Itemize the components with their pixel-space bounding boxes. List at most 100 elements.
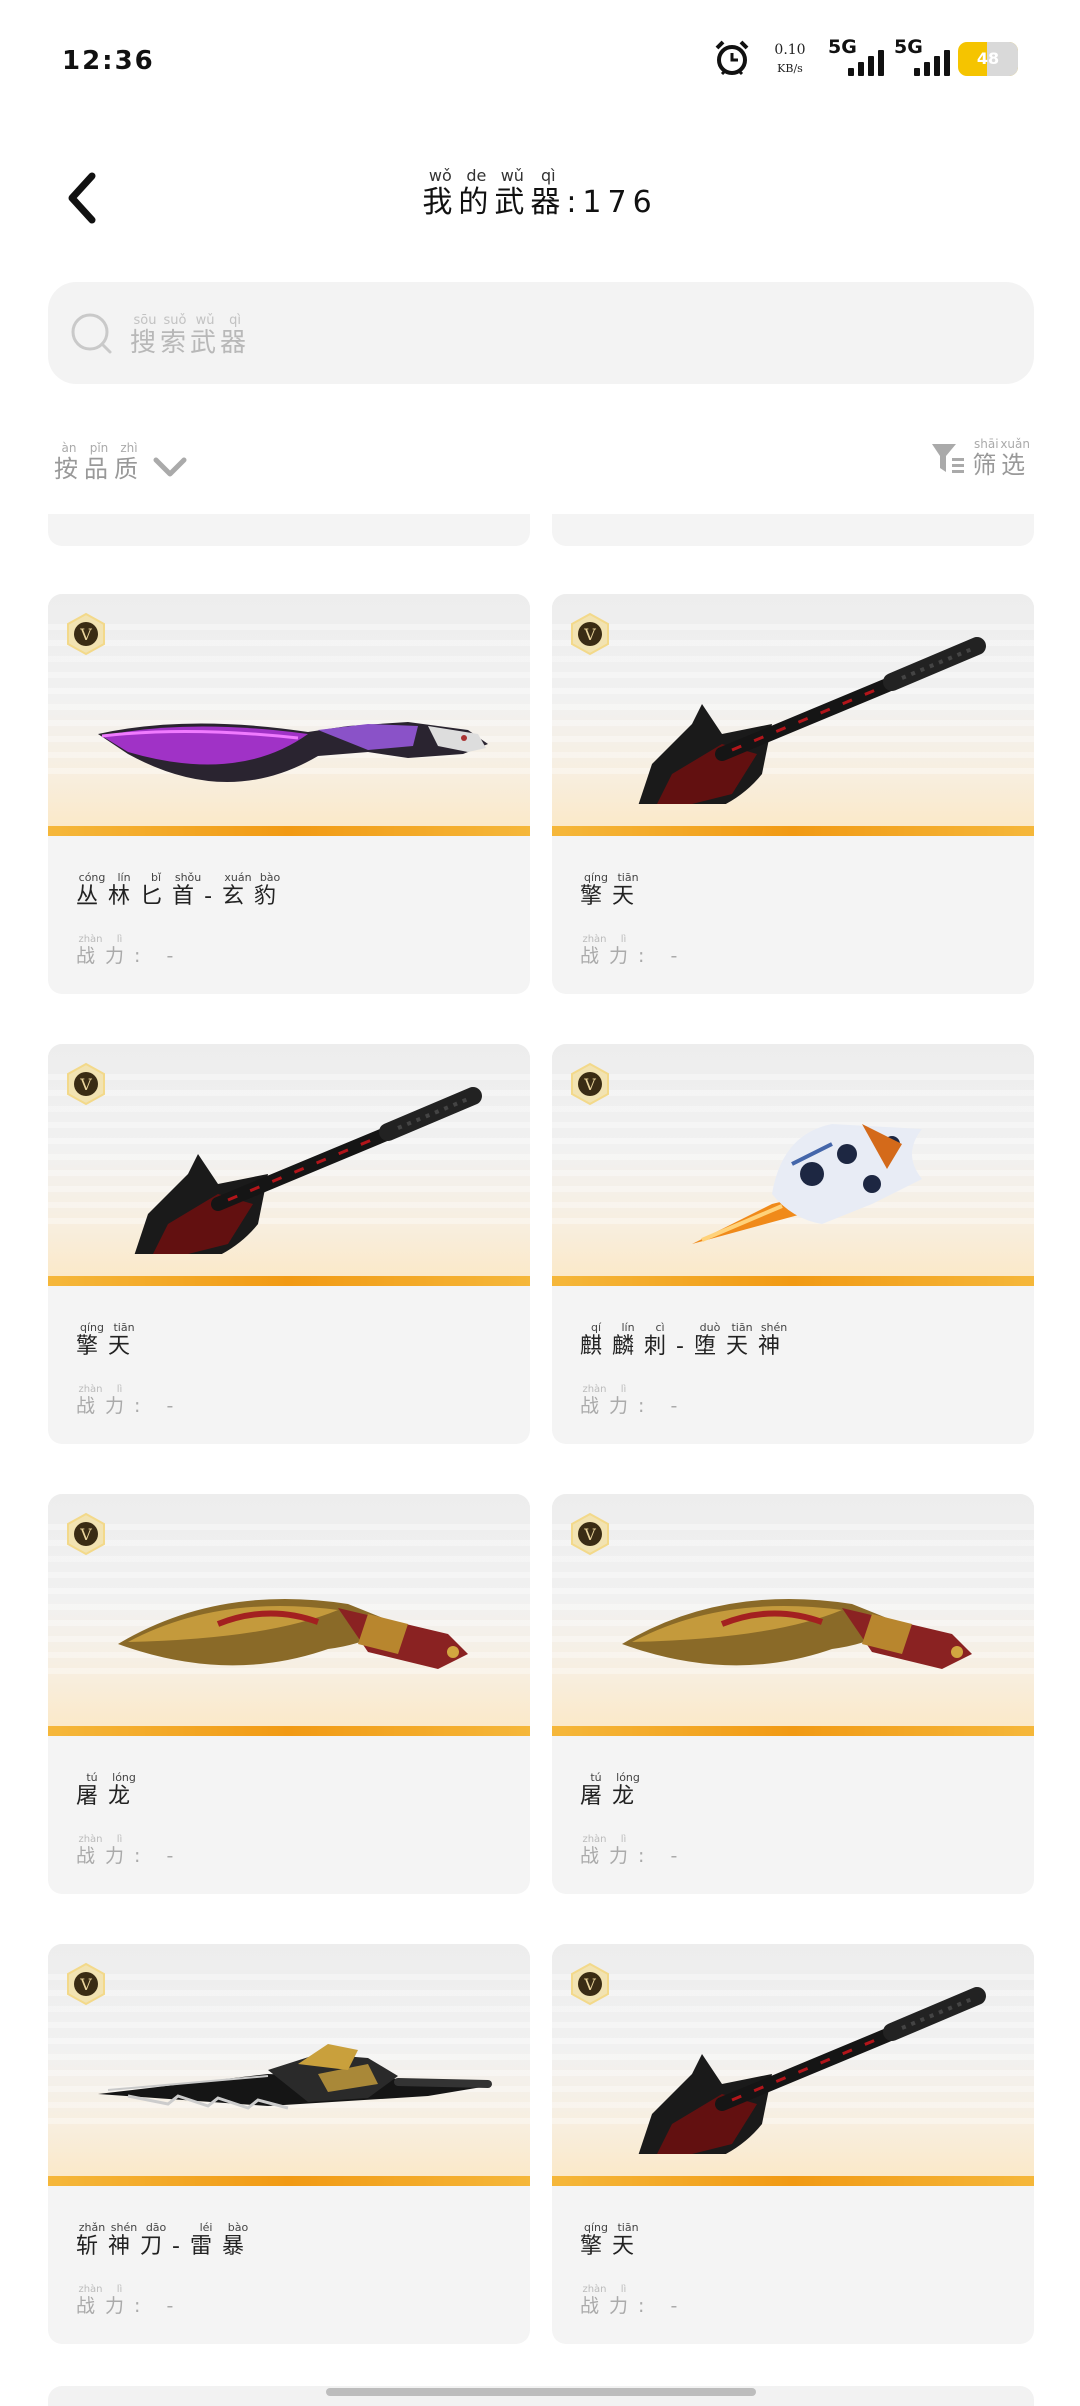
weapon-name-char: 擎qíng xyxy=(580,871,613,909)
weapon-name: 擎qíng天tiān xyxy=(580,2221,644,2260)
weapon-card[interactable]: V 擎qíng天tiān 战zhàn力lì: - xyxy=(552,594,1034,994)
weapon-card[interactable]: V 擎qíng天tiān 战zhàn力lì: - xyxy=(552,1944,1034,2344)
weapon-image xyxy=(134,1087,482,1254)
battery-level: 48 xyxy=(976,49,1000,68)
weapon-card[interactable]: V 屠tú龙lóng 战zhàn力lì: - xyxy=(48,1494,530,1894)
weapon-name-char: 丛cóng xyxy=(76,871,109,909)
sort-label-char: 按àn xyxy=(54,441,84,483)
vip-badge-letter: V xyxy=(583,1975,596,1994)
vip-badge-icon: V xyxy=(571,1962,609,2006)
search-placeholder-char: 搜sōu xyxy=(130,313,161,358)
weapon-card[interactable]: V 屠tú龙lóng 战zhàn力lì: - xyxy=(552,1494,1034,1894)
power-value: : - xyxy=(638,2295,688,2317)
filter-button[interactable]: 筛shāi选xuǎn xyxy=(930,437,1030,480)
page-title: 我wǒ的de武wǔ器qì:176 xyxy=(0,166,1080,221)
weapon-name-char: 天tiān xyxy=(108,1321,141,1359)
power-value: : - xyxy=(638,945,688,967)
page-title-text: 我wǒ的de武wǔ器qì xyxy=(422,166,567,220)
quality-stripe xyxy=(552,1276,1034,1286)
power-label-char: 力lì xyxy=(609,934,639,967)
weapon-name: 屠tú龙lóng xyxy=(580,1771,644,1810)
power-label-char: 力lì xyxy=(105,2284,135,2317)
quality-stripe xyxy=(48,826,530,836)
funnel-icon xyxy=(932,444,965,473)
title-char: 器qì xyxy=(530,166,567,220)
vip-badge-icon: V xyxy=(67,1962,105,2006)
weapon-image xyxy=(98,722,488,783)
search-placeholder-char: 器qì xyxy=(220,313,251,358)
weapon-name-char: 擎qíng xyxy=(76,1321,109,1359)
quality-stripe xyxy=(48,1726,530,1736)
weapon-image xyxy=(118,1599,468,1669)
weapon-name-char: - xyxy=(676,1334,694,1359)
weapon-image xyxy=(622,1599,972,1669)
sort-label: 按àn品pǐn质zhì xyxy=(54,441,144,484)
weapon-power: 战zhàn力lì: - xyxy=(76,1384,183,1418)
weapon-name-char: 神shén xyxy=(108,2221,141,2259)
power-label-char: 战zhàn xyxy=(580,934,610,967)
search-placeholder: 搜sōu索suǒ武wǔ器qì xyxy=(130,313,251,359)
filter-label-char: 选xuǎn xyxy=(1000,437,1030,479)
vip-badge-icon: V xyxy=(67,1062,105,1106)
weapon-name-char: 龙lóng xyxy=(108,1771,141,1809)
power-value: : - xyxy=(638,1395,688,1417)
weapon-card[interactable]: V 麒qí麟lín刺cì-堕duò天tiān神shén 战zhàn力lì: - xyxy=(552,1044,1034,1444)
sort-by-quality-dropdown[interactable]: 按àn品pǐn质zhì xyxy=(54,441,188,484)
search-input[interactable]: 搜sōu索suǒ武wǔ器qì xyxy=(48,282,1034,384)
search-placeholder-char: 武wǔ xyxy=(190,313,221,358)
weapon-image xyxy=(98,2044,492,2110)
power-value: : - xyxy=(134,2295,184,2317)
power-label-char: 战zhàn xyxy=(580,1384,610,1417)
vip-badge-letter: V xyxy=(583,1075,596,1094)
vip-badge-letter: V xyxy=(79,625,92,644)
weapon-name-char: 林lín xyxy=(108,871,141,909)
weapon-name: 屠tú龙lóng xyxy=(76,1771,141,1810)
weapon-name: 擎qíng天tiān xyxy=(76,1321,141,1360)
weapon-name-char: 屠tú xyxy=(76,1771,109,1809)
power-label-char: 战zhàn xyxy=(76,934,106,967)
alarm-icon xyxy=(715,40,749,76)
home-indicator[interactable] xyxy=(326,2388,756,2396)
vip-badge-icon: V xyxy=(571,612,609,656)
weapon-power: 战zhàn力lì: - xyxy=(76,934,183,968)
power-label-char: 力lì xyxy=(105,934,135,967)
weapon-card[interactable]: V 斩zhǎn神shén刀dāo-雷léi暴bào 战zhàn力lì: - xyxy=(48,1944,530,2344)
power-label-char: 战zhàn xyxy=(76,2284,106,2317)
weapon-name-char: 堕duò xyxy=(694,1321,727,1359)
weapon-name: 斩zhǎn神shén刀dāo-雷léi暴bào xyxy=(76,2221,255,2260)
vip-badge-letter: V xyxy=(583,1525,596,1544)
power-value: : - xyxy=(134,1845,184,1867)
sort-label-char: 品pǐn xyxy=(84,441,114,483)
power-label-char: 战zhàn xyxy=(580,1834,610,1867)
weapon-power: 战zhàn力lì: - xyxy=(580,2284,687,2318)
filter-label-char: 筛shāi xyxy=(972,437,1001,479)
weapon-card-partial[interactable] xyxy=(552,514,1034,546)
weapon-card[interactable]: V 丛cóng林lín匕bǐ首shǒu-玄xuán豹bào 战zhàn力lì: … xyxy=(48,594,530,994)
weapon-name-char: 斩zhǎn xyxy=(76,2221,109,2259)
status-time: 12:36 xyxy=(62,46,155,76)
weapon-card-partial[interactable] xyxy=(48,514,530,546)
weapon-name-char: 豹bào xyxy=(254,871,287,909)
weapon-power: 战zhàn力lì: - xyxy=(580,1834,687,1868)
weapon-name-char: 天tiān xyxy=(726,1321,759,1359)
weapon-name-char: 刺cì xyxy=(644,1321,677,1359)
weapon-name: 麒qí麟lín刺cì-堕duò天tiān神shén xyxy=(580,1321,791,1360)
vip-badge-icon: V xyxy=(571,1512,609,1556)
weapon-name-char: 屠tú xyxy=(580,1771,613,1809)
weapon-name-char: 麟lín xyxy=(612,1321,645,1359)
vip-badge-letter: V xyxy=(79,1525,92,1544)
weapon-name-char: - xyxy=(204,884,223,909)
weapon-image xyxy=(692,1124,922,1244)
weapon-card[interactable]: V 擎qíng天tiān 战zhàn力lì: - xyxy=(48,1044,530,1444)
network-speed-unit: KB/s xyxy=(777,62,803,75)
weapon-name-char: 神shén xyxy=(758,1321,791,1359)
weapon-name-char: - xyxy=(172,2234,190,2259)
weapon-power: 战zhàn力lì: - xyxy=(580,934,687,968)
power-label-char: 力lì xyxy=(609,2284,639,2317)
vip-badge-icon: V xyxy=(571,1062,609,1106)
weapon-name-char: 暴bào xyxy=(222,2221,255,2259)
weapon-power: 战zhàn力lì: - xyxy=(76,1834,183,1868)
weapon-image xyxy=(638,1987,986,2154)
weapon-name-char: 雷léi xyxy=(190,2221,223,2259)
title-char: 的de xyxy=(458,166,495,220)
